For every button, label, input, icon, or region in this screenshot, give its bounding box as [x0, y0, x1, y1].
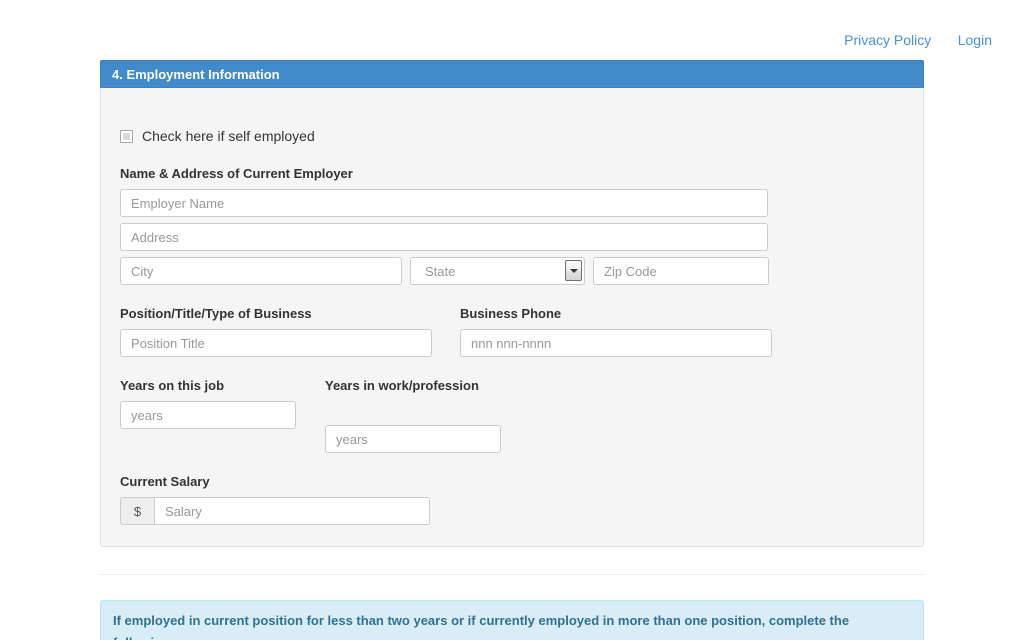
login-link[interactable]: Login: [958, 30, 992, 50]
section-divider: [100, 574, 924, 575]
years-in-profession-group: Years in work/profession: [325, 377, 535, 453]
employer-state-select[interactable]: State: [410, 257, 585, 285]
employer-city-input[interactable]: [120, 257, 402, 285]
years-in-profession-input[interactable]: [325, 425, 501, 453]
business-phone-input[interactable]: [460, 329, 772, 357]
years-on-job-input[interactable]: [120, 401, 296, 429]
page-title: 4. Employment Information: [112, 67, 280, 82]
alert-text: If employed in current position for less…: [113, 613, 850, 640]
position-label: Position/Title/Type of Business: [120, 306, 312, 321]
years-on-job-group: Years on this job: [120, 377, 325, 453]
employment-information-panel: 4. Employment Information Check here if …: [100, 60, 924, 547]
current-salary-input[interactable]: [154, 497, 430, 525]
top-nav: Privacy Policy Login: [0, 0, 1024, 60]
self-employed-label: Check here if self employed: [142, 128, 315, 144]
employer-zip-input[interactable]: [593, 257, 769, 285]
position-phone-row: Position/Title/Type of Business Business…: [120, 305, 923, 357]
form-content: Check here if self employed Name & Addre…: [101, 126, 923, 525]
current-salary-group: Current Salary $: [120, 473, 923, 525]
employer-address-input[interactable]: [120, 223, 768, 251]
current-salary-label: Current Salary: [120, 474, 210, 489]
years-row: Years on this job Years in work/professi…: [120, 377, 923, 453]
page-root: Privacy Policy Login 4. Employment Infor…: [0, 0, 1024, 640]
panel-heading: 4. Employment Information: [100, 60, 924, 88]
employment-conditional-alert: If employed in current position for less…: [100, 600, 924, 640]
business-phone-field-group: Business Phone: [460, 305, 800, 357]
employer-name-input[interactable]: [120, 189, 768, 217]
employer-state-select-wrap[interactable]: State: [410, 257, 585, 285]
panel-body: Check here if self employed Name & Addre…: [100, 88, 924, 547]
position-title-input[interactable]: [120, 329, 432, 357]
city-state-zip-row: State: [120, 257, 923, 285]
position-field-group: Position/Title/Type of Business: [120, 305, 460, 357]
privacy-policy-link[interactable]: Privacy Policy: [844, 30, 931, 50]
employer-group-label: Name & Address of Current Employer: [120, 166, 353, 181]
chevron-down-icon[interactable]: [565, 260, 582, 281]
self-employed-checkbox[interactable]: [120, 129, 133, 143]
dollar-sign-icon: $: [120, 497, 154, 525]
years-in-profession-label: Years in work/profession: [325, 378, 479, 393]
salary-input-group: $: [120, 497, 430, 525]
business-phone-label: Business Phone: [460, 306, 562, 321]
self-employed-row[interactable]: Check here if self employed: [120, 126, 923, 146]
years-on-job-label: Years on this job: [120, 378, 225, 393]
